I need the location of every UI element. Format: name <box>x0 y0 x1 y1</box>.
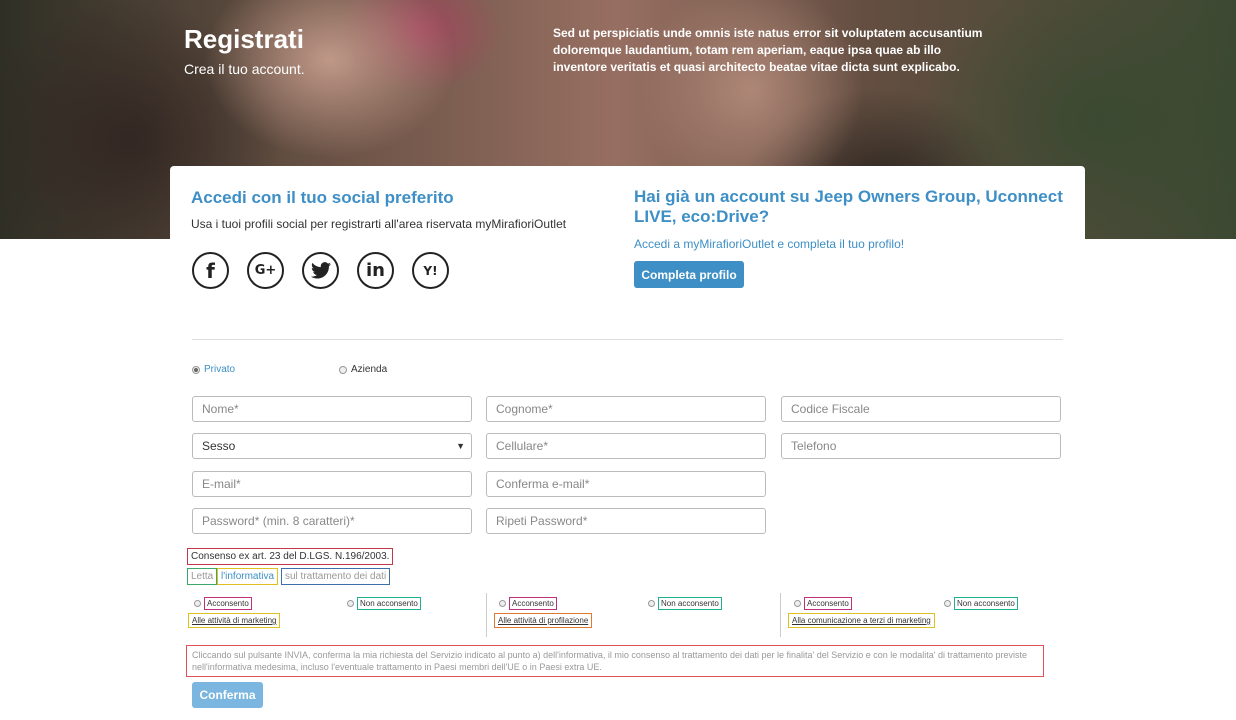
radio-company[interactable]: Azienda <box>339 364 387 375</box>
confirm-button[interactable]: Conferma <box>192 682 263 708</box>
consent-profiling-purpose[interactable]: Alle attività di profilazione <box>494 613 593 628</box>
accept-label: Acconsento <box>509 597 557 610</box>
consent-third-party-purpose[interactable]: Alla comunicazione a terzi di marketing <box>788 613 935 628</box>
privacy-policy-link[interactable]: l'informativa <box>217 568 279 585</box>
sesso-select[interactable]: Sesso ▼ <box>192 433 472 459</box>
consent-marketing-purpose[interactable]: Alle attività di marketing <box>188 613 281 628</box>
consent-profiling-accept[interactable]: Acconsento <box>497 597 559 610</box>
legal-notice: Cliccando sul pulsante INVIA, conferma l… <box>186 645 1044 677</box>
linkedin-icon[interactable]: in <box>357 252 394 289</box>
complete-profile-button[interactable]: Completa profilo <box>634 261 744 288</box>
accept-label: Acconsento <box>204 597 252 610</box>
deny-label: Non acconsento <box>357 597 421 610</box>
radio-indicator[interactable] <box>648 600 655 607</box>
yahoo-icon[interactable]: Y! <box>412 252 449 289</box>
repeat-password-field[interactable]: Ripeti Password* <box>486 508 766 534</box>
page-subtitle: Crea il tuo account. <box>184 61 305 77</box>
consent-separator <box>486 593 487 637</box>
consent-profiling-deny[interactable]: Non acconsento <box>646 597 724 610</box>
hero-description: Sed ut perspiciatis unde omnis iste natu… <box>553 26 983 74</box>
registration-card: Accedi con il tuo social preferito Usa i… <box>170 166 1085 720</box>
consent-heading: Consenso ex art. 23 del D.LGS. N.196/200… <box>187 548 394 565</box>
social-login-description: Usa i tuoi profili social per registrart… <box>191 217 567 231</box>
sesso-select-value: Sesso <box>202 439 236 453</box>
accept-label: Acconsento <box>804 597 852 610</box>
consent-third-party-accept[interactable]: Acconsento <box>792 597 854 610</box>
page-title: Registrati <box>184 24 304 54</box>
facebook-icon[interactable]: f <box>192 252 229 289</box>
consent-read-prefix: Letta <box>187 568 218 585</box>
radio-company-label: Azienda <box>351 364 388 375</box>
consent-marketing-accept[interactable]: Acconsento <box>192 597 254 610</box>
radio-indicator[interactable] <box>347 600 354 607</box>
consent-third-party-deny[interactable]: Non acconsento <box>942 597 1020 610</box>
telefono-field[interactable]: Telefono <box>781 433 1061 459</box>
radio-indicator[interactable] <box>794 600 801 607</box>
divider <box>192 339 1063 340</box>
radio-private-label: Privato <box>204 364 236 375</box>
twitter-icon[interactable] <box>302 252 339 289</box>
deny-label: Non acconsento <box>954 597 1018 610</box>
codice-fiscale-field[interactable]: Codice Fiscale <box>781 396 1061 422</box>
email-field[interactable]: E-mail* <box>192 471 472 497</box>
radio-indicator[interactable] <box>944 600 951 607</box>
radio-indicator[interactable] <box>499 600 506 607</box>
social-login-title: Accedi con il tuo social preferito <box>191 188 454 207</box>
radio-private[interactable]: Privato <box>192 364 235 375</box>
chevron-down-icon: ▼ <box>456 441 465 451</box>
radio-company-indicator[interactable] <box>339 365 347 374</box>
google-plus-icon[interactable]: G+ <box>247 252 284 289</box>
nome-field[interactable]: Nome* <box>192 396 472 422</box>
existing-account-title: Hai già un account su Jeep Owners Group,… <box>634 187 1063 226</box>
social-icons: f G+ in Y! <box>192 252 449 289</box>
radio-private-indicator[interactable] <box>192 365 200 374</box>
deny-label: Non acconsento <box>658 597 722 610</box>
cognome-field[interactable]: Cognome* <box>486 396 766 422</box>
consent-read-suffix: sul trattamento dei dati <box>281 568 391 585</box>
consent-marketing-deny[interactable]: Non acconsento <box>345 597 423 610</box>
cellulare-field[interactable]: Cellulare* <box>486 433 766 459</box>
confirm-email-field[interactable]: Conferma e-mail* <box>486 471 766 497</box>
radio-indicator[interactable] <box>194 600 201 607</box>
password-field[interactable]: Password* (min. 8 caratteri)* <box>192 508 472 534</box>
complete-profile-link[interactable]: Accedi a myMirafioriOutlet e completa il… <box>634 237 904 251</box>
consent-separator <box>780 593 781 637</box>
